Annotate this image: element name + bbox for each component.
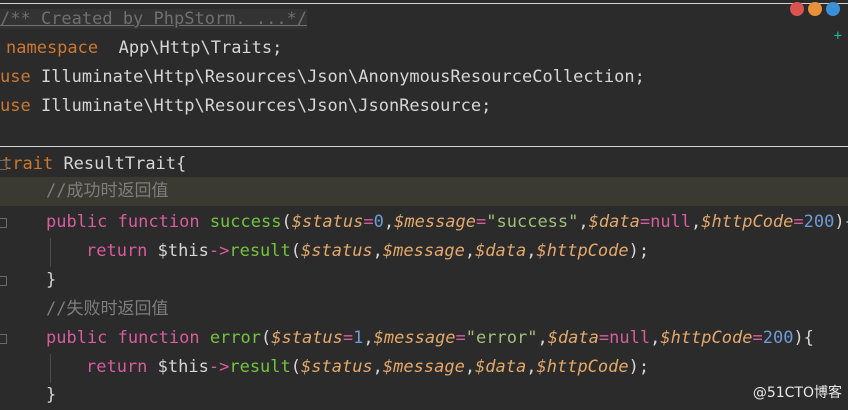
default-value: 200 [762, 328, 794, 348]
close-brace-2: } [46, 381, 56, 410]
arg: $data [475, 357, 527, 377]
function-keyword: function [117, 328, 200, 348]
function-keyword: function [117, 212, 200, 232]
browser-icons [790, 2, 840, 16]
default-value: null [609, 328, 651, 348]
namespace-value: App\Http\Traits; [118, 38, 283, 58]
param: $data [547, 328, 599, 348]
indent-guide [50, 354, 51, 383]
comment-success-line: //成功时返回值 [46, 177, 168, 206]
fold-marker[interactable] [0, 334, 7, 344]
fold-marker[interactable] [0, 276, 7, 286]
arrow-op: -> [208, 241, 230, 261]
comment-error-line: //失败时返回值 [46, 295, 168, 324]
function-name: success [209, 212, 282, 232]
arg: $httpCode [536, 241, 629, 261]
this-var: $this [157, 357, 209, 377]
namespace-line: namespace App\Http\Traits; [6, 34, 282, 63]
param: $message [373, 328, 456, 348]
public-keyword: public [46, 328, 108, 348]
comment-error: //失败时返回值 [46, 299, 169, 319]
use-line-2: use Illuminate\Http\Resources\Json\JsonR… [0, 92, 491, 121]
arg: $message [382, 241, 465, 261]
public-keyword: public [46, 212, 108, 232]
default-value: null [650, 212, 692, 232]
fold-marker[interactable] [0, 160, 7, 170]
arg: $status [301, 241, 373, 261]
param: $data [588, 212, 640, 232]
fold-marker[interactable] [0, 218, 7, 228]
trait-name: ResultTrait{ [63, 154, 187, 174]
default-value: 0 [373, 212, 384, 232]
result-call: result [229, 357, 291, 377]
use-keyword: use [0, 96, 31, 116]
use-value: Illuminate\Http\Resources\Json\JsonResou… [40, 96, 492, 116]
use-keyword: use [0, 67, 31, 87]
arrow-op: -> [208, 357, 230, 377]
arg: $data [475, 241, 527, 261]
brace: } [46, 270, 57, 290]
error-return-line: return $this->result($status,$message,$d… [86, 357, 650, 377]
param: $status [271, 328, 343, 348]
error-signature: public function error($status=1,$message… [46, 328, 814, 348]
firefox-icon[interactable] [808, 2, 822, 16]
use-line-1: use Illuminate\Http\Resources\Json\Anony… [0, 63, 645, 92]
default-value: 1 [353, 328, 364, 348]
separator-trait [0, 146, 848, 147]
param: $message [394, 212, 477, 232]
comment-success: //成功时返回值 [46, 181, 169, 201]
return-keyword: return [86, 357, 148, 377]
param: $status [291, 212, 364, 232]
default-value: 200 [803, 212, 835, 232]
watermark: @51CTO博客 [752, 385, 842, 401]
namespace-keyword: namespace [6, 38, 99, 58]
use-value: Illuminate\Http\Resources\Json\Anonymous… [40, 67, 645, 87]
safari-icon[interactable] [826, 2, 840, 16]
default-value: "success" [486, 212, 579, 232]
success-return-line: return $this->result($status,$message,$d… [86, 241, 650, 261]
success-signature: public function success($status=0,$messa… [46, 212, 848, 232]
return-keyword: return [86, 241, 148, 261]
trait-keyword: trait [2, 154, 54, 174]
arg: $message [382, 357, 465, 377]
function-name: error [209, 328, 261, 348]
doc-comment-line: /** Created by PhpStorm. ...*/ [0, 5, 308, 34]
param: $httpCode [660, 328, 753, 348]
code-editor[interactable]: + /** Created by PhpStorm. ...*/ namespa… [0, 0, 848, 410]
doc-comment: /** Created by PhpStorm. ...*/ [0, 9, 308, 29]
this-var: $this [157, 241, 209, 261]
trait-line: trait ResultTrait{ [2, 150, 186, 179]
brace: } [46, 385, 57, 405]
chrome-icon[interactable] [790, 2, 804, 16]
arg: $status [301, 357, 373, 377]
default-value: "error" [465, 328, 538, 348]
param: $httpCode [701, 212, 794, 232]
separator-top [0, 3, 848, 4]
result-call: result [229, 241, 291, 261]
close-brace-1: } [46, 266, 56, 295]
indent-guide [50, 238, 51, 267]
add-icon[interactable]: + [834, 28, 842, 44]
arg: $httpCode [536, 357, 629, 377]
